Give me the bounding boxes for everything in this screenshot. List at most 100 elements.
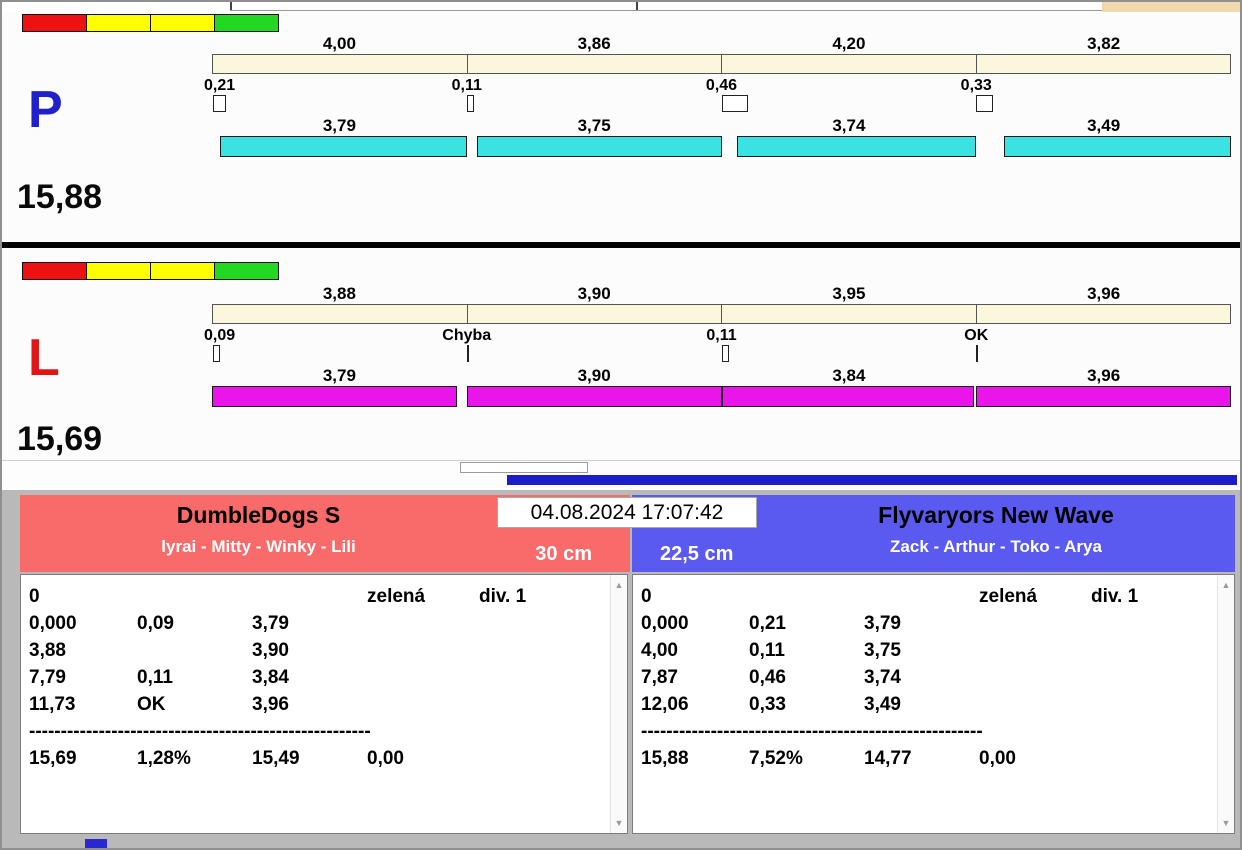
checkpoint-label: 0,33 [960,77,992,94]
result-cell: zelená [367,586,426,607]
checkpoint-tick-marker [466,345,469,362]
segment-cell [977,55,1231,73]
result-row: 0 zelená div. 1 [641,583,1208,610]
result-cell [479,745,601,772]
result-cell: 0,21 [749,613,786,634]
result-cell: 3,79 [864,613,901,634]
result-cell [137,583,252,610]
light-yellow-icon [151,15,215,31]
result-cell: div. 1 [479,586,527,607]
box-time-marker [213,95,226,112]
split-time: 3,75 [577,116,611,135]
split-time-bar [212,386,457,407]
team-dogs: lyrai - Mitty - Winky - Lili [161,537,356,556]
checkpoint-label: 0,11 [706,327,737,344]
bar-slot [467,136,722,157]
separator-row: ----------------------------------------… [29,721,371,742]
segment-cell [977,305,1231,323]
box-time-marker [466,95,474,112]
segment-time: 3,90 [577,284,611,303]
split-time-bar [219,136,467,157]
result-cell [252,583,367,610]
scrollbar[interactable]: ▲ ▼ [610,575,627,833]
result-cell [479,637,601,664]
checkpoint-label: 0,46 [705,77,738,94]
bar-slot [212,136,467,157]
result-cell [137,637,252,664]
result-cell: 14,77 [864,748,912,769]
result-cell [367,610,479,637]
lane-letter: L [28,329,60,387]
lane-letter: P [28,81,63,139]
segment-time: 4,20 [832,34,866,53]
result-row: 0,000 0,21 3,79 [641,610,1208,637]
result-row: 7,79 0,11 3,84 [29,664,601,691]
result-cell [979,610,1091,637]
segment-time: 3,96 [1087,284,1121,303]
segment-cell [468,55,722,73]
result-cell: 0,33 [749,694,786,715]
checkpoint-markers [212,345,1231,363]
lane-total-time: 15,88 [17,178,103,216]
lane-panel-left: L 3,88 3,90 3,95 3,96 0,09 Chyba 0,11 OK [2,248,1240,460]
result-cell: OK [137,694,166,715]
result-cell: zelená [979,586,1038,607]
result-cell: 3,49 [864,694,901,715]
scroll-down-icon[interactable]: ▼ [1218,816,1234,830]
results-section: DumbleDogs S lyrai - Mitty - Winky - Lil… [2,490,1240,848]
result-cell [479,610,601,637]
result-cell: 0,46 [749,667,786,688]
split-time-bar [466,386,722,407]
checkpoint-labels: 0,09 Chyba 0,11 OK [204,327,1231,344]
result-row: 0 zelená div. 1 [29,583,601,610]
light-yellow-icon [87,15,151,31]
result-cell: 3,96 [252,694,289,715]
segment-time: 3,95 [832,284,866,303]
segment-time: 4,00 [322,34,356,53]
result-cell: 0,00 [979,748,1016,769]
result-cell: 7,52% [749,748,803,769]
progress-track [460,462,588,473]
team-name: Flyvaryors New Wave [878,502,1114,528]
result-cell [979,691,1091,718]
result-row: 0,000 0,09 3,79 [29,610,601,637]
checkpoint-label: OK [964,327,989,344]
segment-time: 3,82 [1087,34,1121,53]
result-cell: 0,000 [641,613,689,634]
scroll-up-icon[interactable]: ▲ [1218,578,1234,592]
result-cell: 11,73 [29,694,76,715]
checkpoint-label: 0,21 [204,77,236,94]
split-bars-row [212,136,1231,157]
result-panel-right[interactable]: 0 zelená div. 1 0,000 0,21 3,79 4,00 0,11 3,75 7,… [632,574,1235,834]
bar-slot [722,136,977,157]
team-name: DumbleDogs S [176,502,341,528]
scroll-down-icon[interactable]: ▼ [611,816,627,830]
light-yellow-icon [151,263,215,279]
split-time-bar [736,136,977,157]
light-red-icon [23,263,87,279]
result-cell [1091,610,1208,637]
result-cell: 0,11 [749,640,785,661]
result-cell [367,664,479,691]
scrollbar[interactable]: ▲ ▼ [1217,575,1234,833]
result-panels: 0 zelená div. 1 0,000 0,09 3,79 3,88 3,90 7,79 0,… [2,574,1240,834]
segment-cell [722,55,977,73]
result-cell [1091,637,1208,664]
split-time: 3,79 [322,116,356,135]
result-cell: 12,06 [641,694,689,715]
result-cell: 0,11 [137,667,173,688]
background-window-corner [1102,2,1240,12]
segment-time: 3,88 [322,284,356,303]
split-time: 3,96 [1087,366,1121,385]
result-cell [749,583,864,610]
bar-slot [721,386,977,407]
result-cell [479,664,601,691]
lane-track: 4,00 3,86 4,20 3,82 0,21 0,11 0,46 0,33 [204,12,1231,242]
result-panel-left[interactable]: 0 zelená div. 1 0,000 0,09 3,79 3,88 3,90 7,79 0,… [20,574,628,834]
box-time-marker [976,95,994,112]
split-time: 3,90 [577,366,611,385]
segment-cell [213,305,468,323]
bar-slot [212,386,467,407]
checkpoint-markers [212,95,1231,113]
scroll-up-icon[interactable]: ▲ [611,578,627,592]
